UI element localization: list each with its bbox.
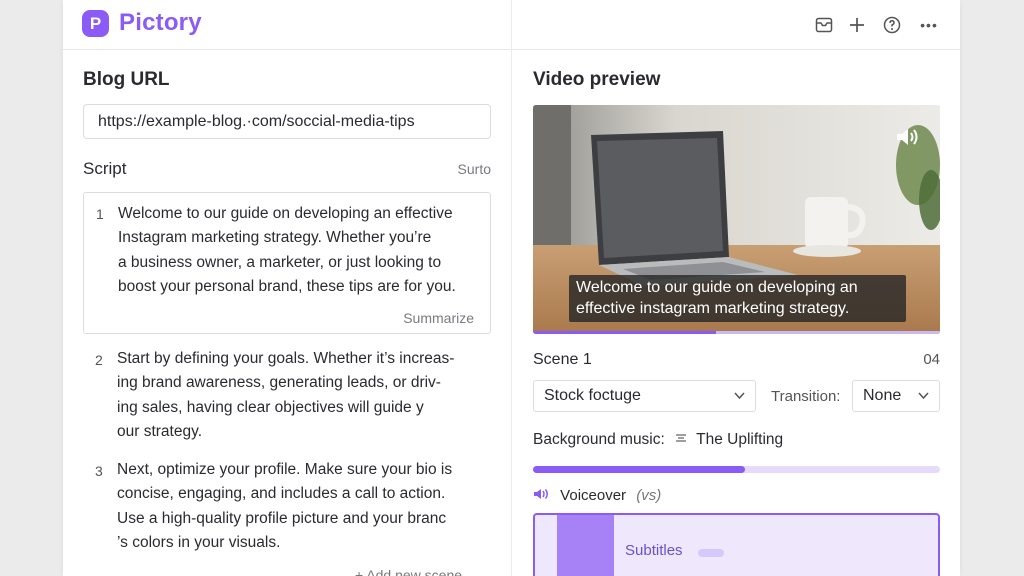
script-aside-label[interactable]: Surto [458,161,491,177]
voiceover-note: (vs) [636,487,662,504]
scene-text[interactable]: Next, optimize your profile. Make sure y… [117,458,452,555]
timeline-subtitles-label: Subtitles [625,542,683,559]
voiceover-label: Voiceover [560,487,627,504]
scene-label: Scene 1 [533,351,592,368]
transition-label: Transition: [771,388,841,405]
script-label: Script [83,159,127,178]
background-music-label: Background music: [533,431,665,449]
scene-card-1[interactable]: 1 Welcome to our guide on developing an … [83,192,491,334]
background-music-value: The Uplifting [696,431,784,449]
video-progress-track[interactable] [533,331,940,334]
timeline-pill [698,549,724,557]
blog-url-input[interactable] [83,104,491,139]
voiceover-speaker-icon [533,487,550,505]
preview-panel: Video preview Welcome to our guide on de… [512,51,960,576]
video-preview[interactable]: Welcome to our guide on developing an ef… [533,105,940,334]
script-panel: Blog URL Script Surto 1 Welcome to our g… [63,51,511,576]
music-progress-track[interactable] [533,466,940,473]
scene-text[interactable]: Start by defining your goals. Whether it… [117,347,454,444]
summarize-button[interactable]: Summarize [403,310,474,326]
background-music-row[interactable]: Background music: The Uplifting [533,431,783,449]
music-icon [675,431,689,449]
video-progress-fill [533,331,717,334]
visual-type-value: Stock foctuge [544,387,641,404]
add-scene-button[interactable]: + Add new scene [355,567,462,576]
app-name: Pictory [119,9,202,36]
transition-select[interactable]: None [852,380,940,412]
logo-icon: P [82,10,109,37]
chevron-down-icon [918,381,929,422]
timeline-clip[interactable] [557,515,614,576]
caption-line: effective instagram marketing strategy. [576,300,850,317]
timeline-track[interactable]: Subtitles [533,513,940,576]
chevron-down-icon [734,381,745,422]
scene-number: 1 [96,206,104,222]
music-progress-fill [533,466,745,473]
video-caption: Welcome to our guide on developing an ef… [569,275,906,322]
scene-count: 04 [923,351,940,368]
video-preview-title: Video preview [533,69,661,90]
blog-url-title: Blog URL [83,69,170,90]
scene-number: 3 [95,463,103,479]
speaker-icon[interactable] [894,125,922,149]
visual-type-select[interactable]: Stock foctuge [533,380,756,412]
help-icon[interactable] [881,14,903,36]
caption-line: Welcome to our guide on developing an [576,279,858,296]
transition-value: None [863,387,902,404]
more-icon[interactable]: ••• [916,14,942,36]
scene-text[interactable]: Welcome to our guide on developing an ef… [118,202,456,299]
voiceover-row[interactable]: Voiceover (vs) [533,487,661,505]
plus-icon[interactable] [846,14,868,36]
app-window: P Pictory ••• Blog URL Script Surto 1 We… [63,0,960,576]
scene-number: 2 [95,352,103,368]
inbox-icon[interactable] [813,14,835,36]
